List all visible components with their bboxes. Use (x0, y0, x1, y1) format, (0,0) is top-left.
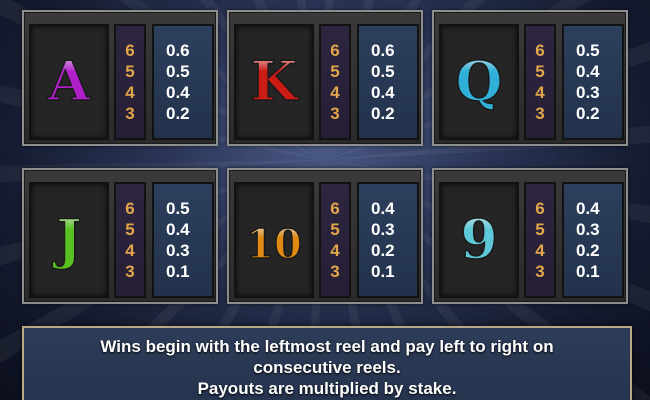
payout-value: 0.5 (166, 199, 190, 218)
symbol-tile: Q (439, 24, 519, 140)
payout-value: 0.2 (576, 241, 600, 260)
symbol-count: 4 (125, 83, 135, 102)
rules-line-2: consecutive reels. (253, 358, 401, 377)
payout-value: 0.4 (576, 62, 600, 81)
payout-value: 0.1 (371, 262, 395, 281)
symbol-count: 5 (125, 220, 135, 239)
teal-number-9-icon: 9 (459, 206, 498, 272)
symbol-count: 6 (535, 41, 545, 60)
symbol-count-column: 6 5 4 3 (114, 24, 146, 140)
paytable-card: J 6 5 4 3 0.5 0.4 0.3 0.1 (22, 168, 218, 304)
payout-value: 0.4 (576, 199, 600, 218)
payout-value: 0.5 (166, 62, 190, 81)
symbol-count: 6 (535, 199, 545, 218)
symbol-count: 4 (535, 241, 545, 260)
payout-value: 0.3 (576, 83, 600, 102)
symbol-count: 5 (125, 62, 135, 81)
symbol-count: 5 (535, 220, 545, 239)
payout-column: 0.6 0.5 0.4 0.2 (152, 24, 214, 140)
payout-value: 0.2 (371, 241, 395, 260)
payout-column: 0.5 0.4 0.3 0.2 (562, 24, 624, 140)
symbol-count: 6 (125, 199, 135, 218)
payout-value: 0.4 (371, 83, 395, 102)
symbol-count: 3 (330, 104, 340, 123)
red-letter-k-icon: K (250, 48, 301, 114)
symbol-count-column: 6 5 4 3 (524, 24, 556, 140)
payout-value: 0.3 (166, 241, 190, 260)
symbol-count: 3 (535, 262, 545, 281)
payout-value: 0.4 (166, 83, 190, 102)
symbol-count: 6 (125, 41, 135, 60)
symbol-count-column: 6 5 4 3 (524, 182, 556, 298)
symbol-count: 4 (535, 83, 545, 102)
symbol-tile: K (234, 24, 314, 140)
cyan-letter-q-icon: Q (455, 48, 504, 114)
symbol-glyph: J (52, 207, 82, 271)
payout-column: 0.5 0.4 0.3 0.1 (152, 182, 214, 298)
symbol-count: 3 (330, 262, 340, 281)
symbol-tile: 10 (234, 182, 314, 298)
symbol-glyph: 9 (460, 207, 498, 271)
symbol-count: 6 (330, 41, 340, 60)
payout-value: 0.3 (576, 220, 600, 239)
symbol-count: 3 (125, 104, 135, 123)
symbol-glyph: K (251, 49, 300, 113)
symbol-glyph: A (47, 49, 91, 113)
payout-value: 0.4 (166, 220, 190, 239)
paytable-card: 9 6 5 4 3 0.4 0.3 0.2 0.1 (432, 168, 628, 304)
symbol-count-column: 6 5 4 3 (319, 182, 351, 298)
payout-value: 0.4 (371, 199, 395, 218)
payout-value: 0.1 (576, 262, 600, 281)
symbol-count: 4 (330, 83, 340, 102)
payout-value: 0.1 (166, 262, 190, 281)
symbol-count: 5 (330, 220, 340, 239)
symbol-tile: J (29, 182, 109, 298)
payout-value: 0.2 (166, 104, 190, 123)
symbol-count: 3 (125, 262, 135, 281)
rules-line-3: Payouts are multiplied by stake. (197, 379, 457, 398)
payout-value: 0.5 (371, 62, 395, 81)
paytable-card: A 6 5 4 3 0.6 0.5 0.4 0.2 (22, 10, 218, 146)
symbol-tile: 9 (439, 182, 519, 298)
symbol-tile: A (29, 24, 109, 140)
symbol-count: 5 (535, 62, 545, 81)
payout-value: 0.2 (576, 104, 600, 123)
purple-letter-a-icon: A (46, 48, 92, 114)
payout-value: 0.2 (371, 104, 395, 123)
symbol-count: 4 (330, 241, 340, 260)
symbol-count: 6 (330, 199, 340, 218)
green-letter-j-icon: J (51, 206, 82, 272)
symbol-glyph: Q (455, 49, 502, 113)
payout-value: 0.5 (576, 41, 600, 60)
symbol-glyph: 10 (246, 221, 302, 268)
symbol-count: 4 (125, 241, 135, 260)
payout-value: 0.6 (166, 41, 190, 60)
symbol-count: 5 (330, 62, 340, 81)
payout-value: 0.6 (371, 41, 395, 60)
symbol-count-column: 6 5 4 3 (319, 24, 351, 140)
symbol-count: 3 (535, 104, 545, 123)
paytable-card: Q 6 5 4 3 0.5 0.4 0.3 0.2 (432, 10, 628, 146)
payout-value: 0.3 (371, 220, 395, 239)
rules-line-1: Wins begin with the leftmost reel and pa… (100, 337, 554, 356)
rules-panel: Wins begin with the leftmost reel and pa… (22, 326, 632, 400)
paytable-card: 10 6 5 4 3 0.4 0.3 0.2 0.1 (227, 168, 423, 304)
paytable-card: K 6 5 4 3 0.6 0.5 0.4 0.2 (227, 10, 423, 146)
payout-column: 0.4 0.3 0.2 0.1 (562, 182, 624, 298)
symbol-count-column: 6 5 4 3 (114, 182, 146, 298)
payout-column: 0.6 0.5 0.4 0.2 (357, 24, 419, 140)
gold-number-10-icon: 10 (245, 220, 302, 269)
payout-column: 0.4 0.3 0.2 0.1 (357, 182, 419, 298)
